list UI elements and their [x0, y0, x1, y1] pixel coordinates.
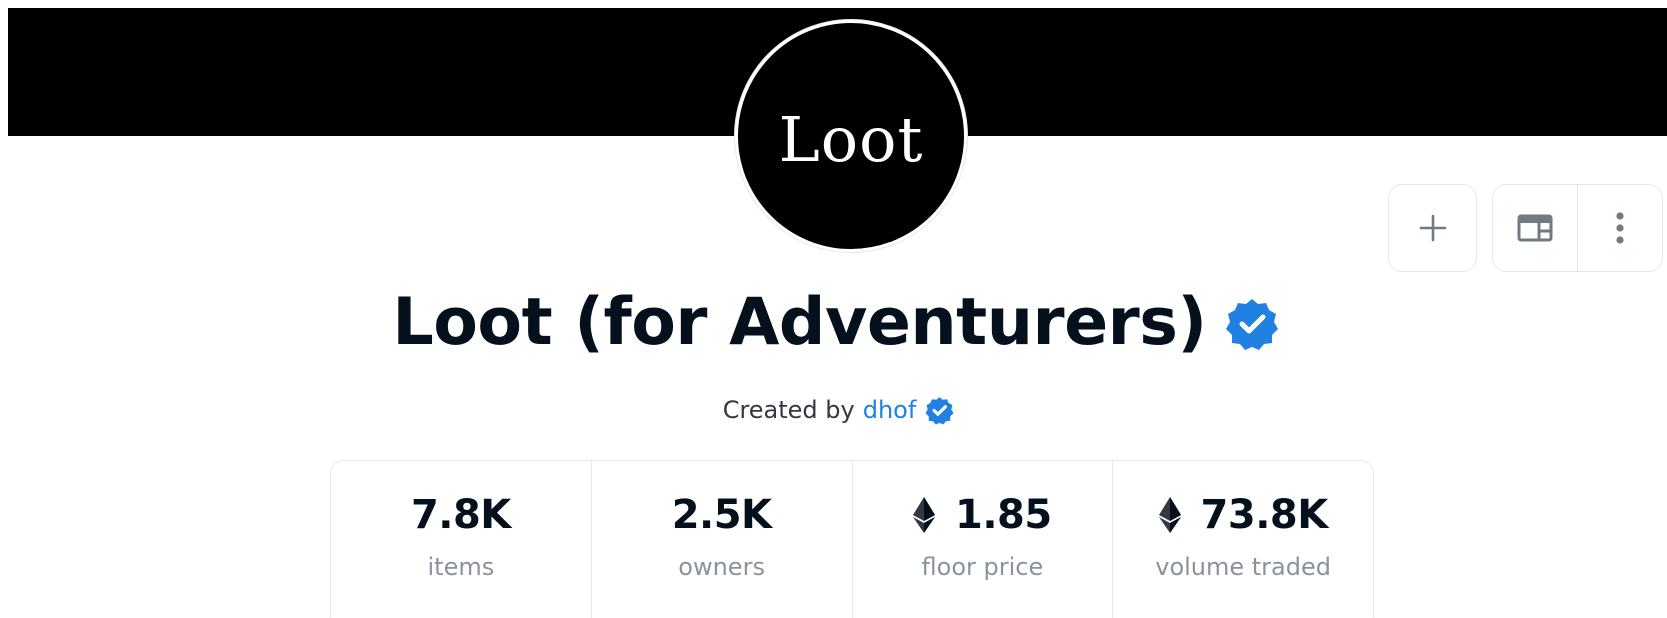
stat-number: 2.5K	[671, 492, 772, 538]
stat-value: 2.5K	[672, 487, 772, 543]
plus-icon	[1419, 214, 1446, 242]
view-options-group	[1492, 184, 1663, 272]
stat-floor-price[interactable]: 1.85 floor price	[851, 461, 1113, 618]
stat-owners[interactable]: 2.5K owners	[590, 461, 852, 618]
stat-number: 1.85	[955, 492, 1052, 538]
stat-volume-traded[interactable]: 73.8K volume traded	[1112, 461, 1373, 618]
layout-button[interactable]	[1493, 185, 1577, 271]
stat-label: volume traded	[1155, 553, 1331, 581]
ethereum-icon	[1158, 497, 1181, 533]
creator-row: Created by dhof	[0, 390, 1667, 430]
collection-stats: 7.8K items 2.5K owners 1.85 floor price	[330, 460, 1374, 618]
stat-label: owners	[678, 553, 765, 581]
creator-prefix: Created by	[722, 396, 855, 424]
stat-items[interactable]: 7.8K items	[331, 461, 591, 618]
collection-header: Loot Loot (for Adventurers) Created by d…	[0, 0, 1667, 618]
collection-logo[interactable]: Loot	[735, 20, 967, 252]
stat-number: 7.8K	[410, 492, 511, 538]
stat-value: 7.8K	[411, 487, 511, 543]
stat-number: 73.8K	[1200, 492, 1329, 538]
add-button[interactable]	[1388, 184, 1477, 272]
creator-link[interactable]: dhof	[863, 396, 917, 424]
verified-badge-icon	[1225, 299, 1278, 350]
collection-title-row: Loot (for Adventurers)	[0, 272, 1667, 372]
logo-text: Loot	[778, 102, 924, 176]
stat-label: floor price	[921, 553, 1044, 581]
more-options-button[interactable]	[1577, 185, 1662, 271]
collection-title: Loot (for Adventurers)	[392, 284, 1207, 360]
creator-verified-badge-icon	[925, 396, 954, 424]
stat-value: 73.8K	[1158, 487, 1329, 543]
stat-label: items	[427, 553, 495, 581]
more-vertical-icon	[1616, 212, 1624, 244]
stat-value: 1.85	[913, 487, 1052, 543]
ethereum-icon	[913, 497, 936, 533]
layout-icon	[1517, 214, 1553, 242]
